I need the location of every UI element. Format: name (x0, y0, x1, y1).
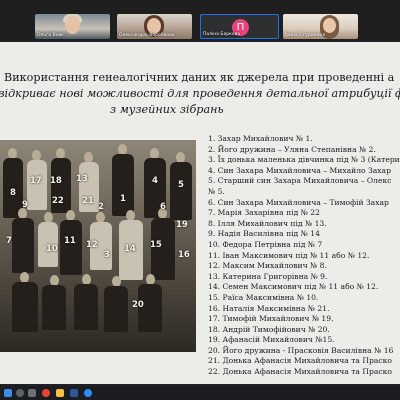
photo-number-tag: 9 (22, 200, 28, 210)
name-list-item: 16. Наталія Максимівна № 21. (208, 303, 330, 313)
family-photo: 1 2 3 4 5 6 7 8 9 10 11 12 13 14 15 16 1… (0, 140, 196, 352)
word-icon[interactable] (70, 389, 78, 397)
photo-number-tag: 8 (10, 188, 16, 198)
name-list-item: 11. Іван Максимович під № 11 або № 12. (208, 250, 370, 260)
slide-title-line-2: відкриває нові можливості для проведення… (0, 87, 400, 100)
photo-number-tag: 5 (178, 180, 184, 190)
name-list-item: 4. Син Захара Михайловича – Михайло Заха… (208, 165, 391, 175)
participant-face (147, 18, 161, 34)
name-list-item: 15. Раїса Максимівна № 10. (208, 292, 319, 302)
photo-number-tag: 17 (30, 176, 42, 186)
slide-title-line-1: Використання генеалогічних даних як джер… (4, 71, 395, 84)
name-list-item: 13. Катерина Григорівна № 9. (208, 271, 328, 281)
photo-figure (112, 154, 134, 216)
name-list-item: 21. Донька Афанасія Михайловича та Праск… (208, 356, 392, 366)
name-list-item: 19. Афанасій Михайлович №15. (208, 335, 335, 345)
name-list-item: 5. Старший син Захара Михайловича – Олек… (208, 176, 392, 186)
slide-title-line-3: з музейних зібрань (110, 103, 224, 116)
photo-figure (12, 282, 38, 332)
photo-figure (12, 218, 34, 273)
participant-strip: Ольга Вовк Олександра Воробйова П Поліна… (0, 0, 400, 40)
name-list-item: 8. Ілля Михайлович під № 13. (208, 218, 327, 228)
photo-number-tag: 6 (160, 202, 166, 212)
name-list-item: 7. Марія Захарівна під № 22 (208, 208, 320, 218)
photo-number-tag: 14 (124, 244, 136, 254)
participant-tile-2[interactable]: Олександра Воробйова (117, 14, 192, 39)
name-list-item: 18. Андрій Тимофійович № 20. (208, 324, 330, 334)
participant-tile-1[interactable]: Ольга Вовк (35, 14, 110, 39)
photo-figure (42, 285, 66, 330)
name-list-item: 14. Семен Максимович під № 11 або № 12. (208, 282, 379, 292)
photo-figure (104, 286, 128, 332)
explorer-icon[interactable] (56, 389, 64, 397)
name-list-item: 6. Син Захара Михайловича – Тимофій Заха… (208, 197, 389, 207)
participant-face (65, 16, 80, 34)
photo-number-tag: 22 (52, 196, 64, 206)
photo-figure (74, 284, 98, 330)
name-list-item: № 5. (208, 186, 225, 196)
participant-name: Олександра Воробйова (119, 33, 175, 38)
photo-number-tag: 20 (132, 300, 144, 310)
name-list-item: 22. Донька Афанасія Михайловича та Праск… (208, 367, 392, 377)
photo-number-tag: 18 (50, 176, 62, 186)
names-list: 1. Захар Михайлович № 1. 2. Його дружина … (208, 134, 400, 378)
participant-name: Ольга Вовк (37, 33, 64, 38)
photo-number-tag: 15 (150, 240, 162, 250)
photo-number-tag: 3 (104, 250, 110, 260)
participant-face (323, 18, 336, 33)
participant-name: Поліна Баркова (203, 32, 240, 37)
photo-number-tag: 1 (120, 194, 126, 204)
name-list-item: 2. Його дружина – Уляна Степанівна № 2. (208, 144, 376, 154)
search-icon[interactable] (16, 389, 24, 397)
photo-number-tag: 10 (46, 244, 58, 254)
name-list-item: 9. Надія Василівна під № 14 (208, 229, 320, 239)
participant-tile-4[interactable]: Ірина Студениця (283, 14, 358, 39)
name-list-item: 3. Їх донька маленька дівчинка під № 3 (… (208, 155, 400, 165)
task-view-icon[interactable] (28, 389, 36, 397)
name-list-item: 17. Тимофій Михайлович № 19. (208, 314, 334, 324)
name-list-item: 20. Його дружина - Прасковія Василівна №… (208, 345, 394, 355)
participant-tile-3-active[interactable]: П Поліна Баркова (200, 14, 279, 39)
photo-number-tag: 19 (176, 220, 188, 230)
photo-number-tag: 13 (76, 174, 88, 184)
photo-number-tag: 11 (64, 236, 76, 246)
screen: Ольга Вовк Олександра Воробйова П Поліна… (0, 0, 400, 400)
participant-name: Ірина Студениця (285, 33, 326, 38)
photo-figure (170, 162, 192, 220)
zoom-icon[interactable] (84, 389, 92, 397)
name-list-item: 1. Захар Михайлович № 1. (208, 134, 313, 143)
chrome-icon[interactable] (42, 389, 50, 397)
photo-number-tag: 4 (152, 176, 158, 186)
taskbar (0, 386, 400, 400)
photo-number-tag: 12 (86, 240, 98, 250)
photo-number-tag: 16 (178, 250, 190, 260)
photo-number-tag: 21 (82, 196, 94, 206)
windows-start-icon[interactable] (4, 389, 12, 397)
photo-number-tag: 2 (98, 202, 104, 212)
photo-number-tag: 7 (6, 236, 12, 246)
name-list-item: 12. Максим Михайлович № 8. (208, 261, 327, 271)
photo-figure (60, 220, 82, 275)
name-list-item: 10. Федора Петрівна під № 7 (208, 239, 323, 249)
shared-slide: Використання генеалогічних даних як джер… (0, 42, 400, 384)
